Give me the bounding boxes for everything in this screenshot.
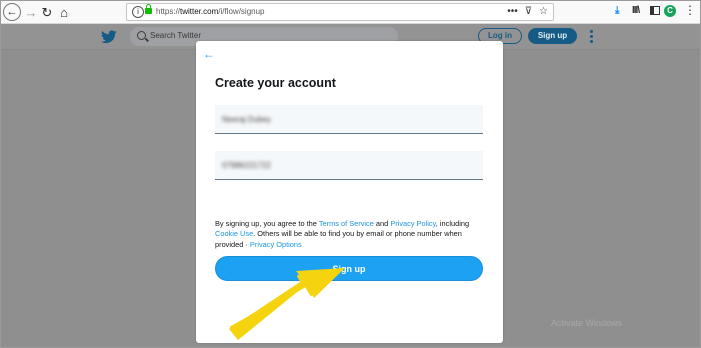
url-text[interactable]: https://twitter.com/i/flow/signup	[156, 7, 265, 16]
header-signup-button[interactable]: Sign up	[528, 28, 577, 44]
bookmark-star-icon[interactable]: ☆	[539, 6, 548, 18]
windows-watermark: Activate Windows	[551, 318, 623, 328]
search-icon	[137, 31, 146, 40]
back-arrow-icon[interactable]: ←	[203, 48, 215, 60]
info-icon[interactable]: i	[132, 6, 144, 18]
signup-modal: ← Create your account Neeraj Dubey 07986…	[196, 41, 503, 343]
phone-field[interactable]: 07986221722	[215, 151, 483, 180]
search-placeholder: Search Twitter	[150, 31, 201, 40]
terms-of-service-link[interactable]: Terms of Service	[319, 219, 374, 228]
terms-text: By signing up, you agree to the Terms of…	[215, 219, 470, 249]
menu-icon[interactable]: ⋮	[684, 3, 696, 17]
url-bar[interactable]: i https://twitter.com/i/flow/signup ••• …	[126, 3, 554, 21]
privacy-options-link[interactable]: Privacy Options	[250, 240, 302, 249]
browser-toolbar: ← → ↻ ⌂ i https://twitter.com/i/flow/sig…	[0, 0, 701, 24]
more-icon[interactable]	[590, 30, 593, 44]
phone-value: 07986221722	[222, 161, 271, 170]
pocket-icon[interactable]: ⊽	[525, 6, 532, 18]
home-icon[interactable]: ⌂	[55, 3, 73, 21]
page-actions-icon[interactable]: •••	[507, 6, 518, 18]
download-icon[interactable]: ⤓	[615, 4, 619, 18]
name-field[interactable]: Neeraj Dubey	[215, 105, 483, 134]
reload-icon[interactable]: ↻	[38, 3, 56, 21]
cookie-use-link[interactable]: Cookie Use	[215, 229, 253, 238]
name-value: Neeraj Dubey	[222, 115, 271, 124]
extension-icon[interactable]: C	[664, 5, 676, 17]
back-icon[interactable]: ←	[3, 3, 21, 21]
sidebar-icon[interactable]	[650, 6, 660, 15]
library-icon[interactable]: III\	[632, 4, 640, 18]
modal-title: Create your account	[215, 76, 336, 90]
lock-icon[interactable]	[145, 4, 152, 14]
privacy-policy-link[interactable]: Privacy Policy	[390, 219, 435, 228]
signup-button[interactable]: Sign up	[215, 256, 483, 281]
twitter-bird-icon[interactable]	[101, 30, 117, 44]
